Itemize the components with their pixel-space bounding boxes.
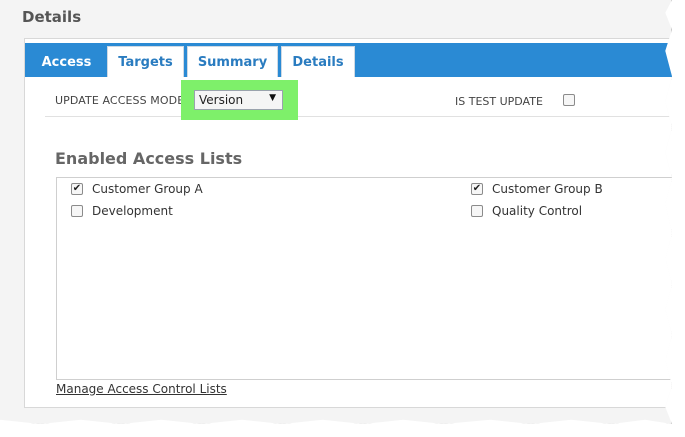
caret-down-icon: ▼: [269, 93, 276, 103]
access-mode-row: UPDATE ACCESS MODE Version ▼ IS TEST UPD…: [45, 77, 672, 120]
checkbox-unchecked-icon[interactable]: [71, 205, 83, 217]
list-item-customer-group-a[interactable]: ✔ Customer Group A: [71, 182, 203, 196]
screenshot-frame: Details Access Targets Summary Details U…: [0, 0, 672, 424]
checkbox-checked-icon[interactable]: ✔: [71, 183, 83, 195]
enabled-access-lists-title: Enabled Access Lists: [55, 149, 243, 168]
select-value: Version: [199, 93, 244, 107]
list-item-customer-group-b[interactable]: ✔ Customer Group B: [471, 182, 603, 196]
update-access-mode-select[interactable]: Version ▼: [194, 90, 283, 110]
tab-details[interactable]: Details: [281, 46, 355, 77]
checkbox-unchecked-icon[interactable]: [471, 205, 483, 217]
is-test-update-checkbox[interactable]: [563, 94, 575, 106]
list-item-development[interactable]: Development: [71, 204, 173, 218]
list-item-label: Development: [92, 204, 173, 218]
tab-targets[interactable]: Targets: [107, 46, 184, 77]
manage-access-control-lists-link[interactable]: Manage Access Control Lists: [56, 382, 227, 396]
is-test-update-label: IS TEST UPDATE: [455, 95, 543, 108]
list-item-label: Customer Group B: [492, 182, 603, 196]
details-panel: Access Targets Summary Details UPDATE AC…: [24, 38, 672, 408]
update-access-mode-label: UPDATE ACCESS MODE: [55, 94, 185, 107]
list-item-label: Quality Control: [492, 204, 583, 218]
list-item-label: Customer Group A: [92, 182, 203, 196]
checkbox-checked-icon[interactable]: ✔: [471, 183, 483, 195]
page-title: Details: [22, 8, 82, 26]
tab-access[interactable]: Access: [29, 46, 104, 77]
access-lists-box: ✔ Customer Group A ✔ Customer Group B De…: [56, 177, 672, 380]
tab-summary[interactable]: Summary: [187, 46, 278, 77]
tab-bar: Access Targets Summary Details: [25, 43, 672, 77]
list-item-quality-control[interactable]: Quality Control: [471, 204, 582, 218]
